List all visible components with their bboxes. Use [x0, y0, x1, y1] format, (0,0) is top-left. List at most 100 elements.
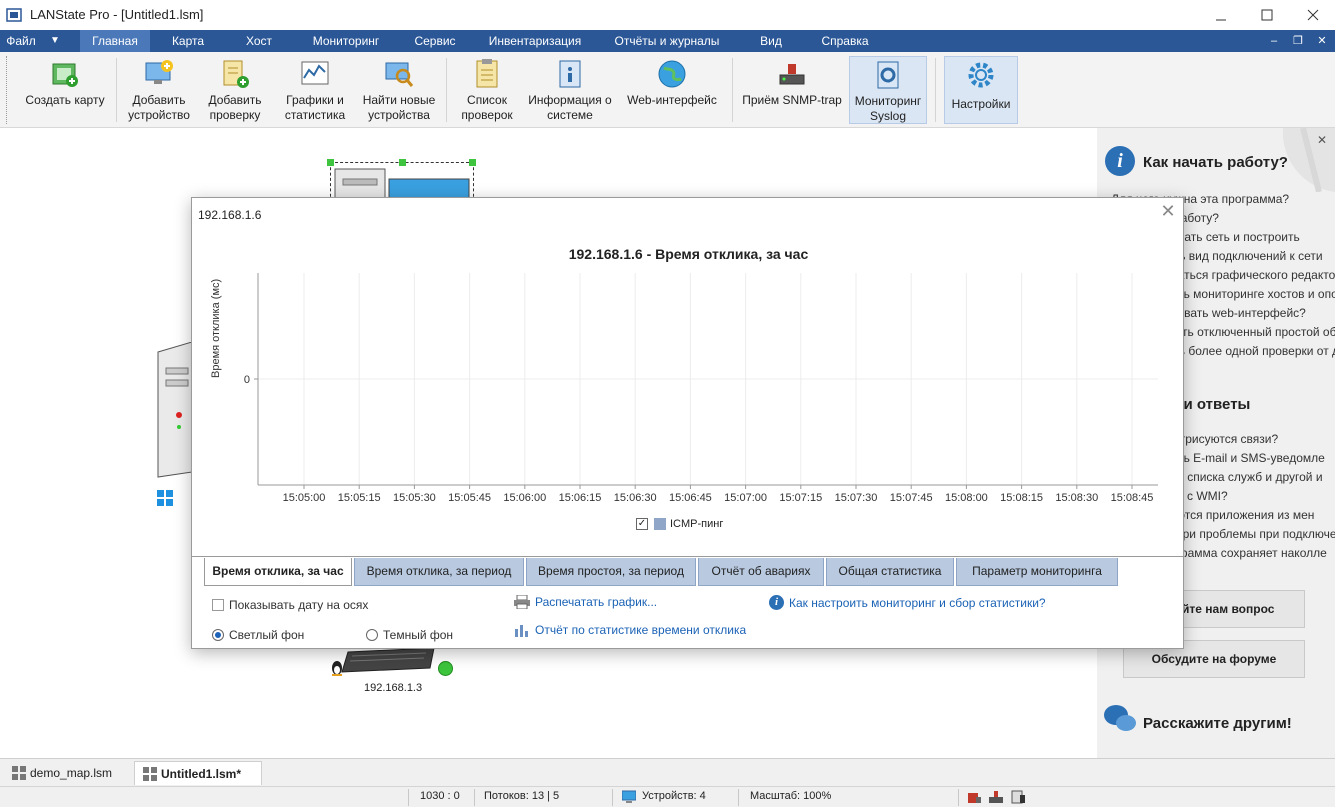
ribbon-separator [935, 58, 936, 122]
doc-tab-label: Untitled1.lsm* [161, 767, 242, 781]
dark-bg-radio[interactable] [366, 629, 378, 641]
ribbon-label: Создать карту [25, 93, 105, 107]
web-interface-button[interactable]: Web-интерфейс [622, 56, 722, 124]
title-bar: LANState Pro - [Untitled1.lsm] [0, 0, 1335, 30]
ribbon-separator [732, 58, 733, 122]
mdi-close-icon[interactable]: ✕ [1314, 33, 1330, 49]
x-tick-label: 15:07:00 [724, 492, 767, 504]
status-online-icon [438, 661, 453, 676]
tab-response-period[interactable]: Время отклика, за период [354, 558, 524, 586]
host-label: 192.168.1.3 [364, 682, 423, 694]
howto-monitoring-link[interactable]: i Как настроить мониторинг и сбор статис… [769, 595, 1046, 610]
x-tick-label: 15:07:30 [835, 492, 878, 504]
doc-tab-untitled[interactable]: Untitled1.lsm* [134, 761, 262, 785]
alert-device-icon[interactable] [966, 789, 982, 805]
light-bg-label: Светлый фон [229, 628, 305, 642]
ribbon-label: Web-интерфейс [627, 93, 717, 107]
selection-handle[interactable] [327, 159, 334, 166]
system-info-icon [559, 60, 581, 88]
menu-home[interactable]: Главная [80, 30, 150, 52]
dialog-tab-bar: Время отклика, за час Время отклика, за … [192, 556, 1185, 586]
print-chart-link[interactable]: Распечатать график... [514, 595, 657, 609]
light-bg-radio[interactable] [212, 629, 224, 641]
window-title: LANState Pro - [Untitled1.lsm] [30, 7, 204, 22]
panel-heading-start: Как начать работу? [1143, 154, 1288, 171]
create-map-icon [52, 63, 78, 87]
legend-swatch [654, 518, 666, 530]
x-tick-label: 15:06:45 [669, 492, 712, 504]
menu-inventory[interactable]: Инвентаризация [480, 30, 590, 52]
printer-icon [514, 595, 530, 609]
ribbon-label: Информация о [528, 93, 612, 107]
ribbon-label: Добавить [208, 93, 262, 107]
ribbon-label: устройство [128, 108, 190, 122]
light-bg-option[interactable]: Светлый фон [212, 628, 304, 642]
charts-stats-button[interactable]: Графики и статистика [276, 56, 354, 124]
selected-device[interactable] [327, 159, 476, 204]
x-tick-label: 15:08:45 [1111, 492, 1154, 504]
log-device-icon[interactable] [1010, 789, 1026, 805]
ribbon-separator [116, 58, 117, 122]
selection-handle[interactable] [399, 159, 406, 166]
tab-monitoring-params[interactable]: Параметр мониторинга [956, 558, 1118, 586]
ribbon-label: устройства [368, 108, 430, 122]
menu-help[interactable]: Справка [810, 30, 880, 52]
keyboard-icon [341, 647, 435, 673]
bar-chart-icon [515, 625, 528, 637]
tab-response-hour[interactable]: Время отклика, за час [204, 558, 352, 586]
add-device-button[interactable]: Добавить устройство [122, 56, 196, 124]
menu-map[interactable]: Карта [160, 30, 216, 52]
maximize-button[interactable] [1244, 0, 1290, 30]
tab-downtime-period[interactable]: Время простоя, за период [526, 558, 696, 586]
menu-reports[interactable]: Отчёты и журналы [605, 30, 729, 52]
status-threads: Потоков: 13 | 5 [484, 790, 560, 802]
doc-tab-label: demo_map.lsm [30, 766, 113, 780]
create-map-button[interactable]: Создать карту [22, 56, 108, 124]
mdi-restore-icon[interactable]: ❐ [1290, 33, 1306, 49]
x-tick-label: 15:05:45 [448, 492, 491, 504]
menu-view[interactable]: Вид [748, 30, 794, 52]
tab-general-stats[interactable]: Общая статистика [826, 558, 954, 586]
check-list-button[interactable]: Список проверок [454, 56, 520, 124]
info-icon: i [1105, 146, 1135, 176]
add-check-button[interactable]: Добавить проверку [200, 56, 270, 124]
print-chart-label: Распечатать график... [535, 595, 658, 609]
show-date-checkbox[interactable] [212, 599, 224, 611]
doc-tab-demo[interactable]: demo_map.lsm [4, 761, 130, 785]
check-list-icon [476, 59, 498, 88]
snmp-trap-icon [779, 64, 805, 85]
chevron-down-icon[interactable]: ▼ [46, 33, 64, 49]
find-devices-button[interactable]: Найти новые устройства [358, 56, 440, 124]
menu-file[interactable]: Файл [0, 30, 42, 52]
snmp-trap-button[interactable]: Приём SNMP-trap [738, 56, 846, 124]
status-devices: Устройств: 4 [642, 790, 706, 802]
response-report-link[interactable]: Отчёт по статистике времени отклика [514, 623, 746, 637]
show-date-option[interactable]: Показывать дату на осях [212, 598, 368, 612]
selection-handle[interactable] [469, 159, 476, 166]
legend-label: ICMP-пинг [670, 518, 724, 530]
dark-bg-option[interactable]: Темный фон [366, 628, 453, 642]
close-window-button[interactable] [1290, 0, 1335, 30]
x-tick-label: 15:08:00 [945, 492, 988, 504]
menu-service[interactable]: Сервис [405, 30, 465, 52]
menu-monitoring[interactable]: Мониторинг [300, 30, 392, 52]
map-file-icon [12, 766, 26, 780]
panel-close-icon[interactable]: ✕ [1317, 134, 1329, 146]
tab-failure-report[interactable]: Отчёт об авариях [698, 558, 824, 586]
system-info-button[interactable]: Информация о системе [524, 56, 616, 124]
add-check-icon [223, 60, 249, 88]
chart-legend: ✓ ICMP-пинг [636, 518, 723, 530]
legend-checkbox[interactable]: ✓ [636, 518, 648, 530]
howto-monitoring-label: Как настроить мониторинг и сбор статисти… [789, 595, 1046, 610]
status-bar: 1030 : 0 Потоков: 13 | 5 Устройств: 4 Ма… [0, 786, 1335, 807]
device-keyboard[interactable] [338, 647, 438, 676]
syslog-monitoring-button[interactable]: Мониторинг Syslog [849, 56, 927, 124]
minimize-icon [1216, 19, 1226, 21]
mdi-minimize-icon[interactable]: – [1266, 33, 1282, 49]
snmp-device-icon[interactable] [988, 789, 1004, 805]
device-tower[interactable] [150, 341, 193, 492]
menu-host[interactable]: Хост [234, 30, 284, 52]
minimize-button[interactable] [1198, 0, 1244, 30]
settings-button[interactable]: Настройки [944, 56, 1018, 124]
x-tick-label: 15:05:15 [338, 492, 381, 504]
